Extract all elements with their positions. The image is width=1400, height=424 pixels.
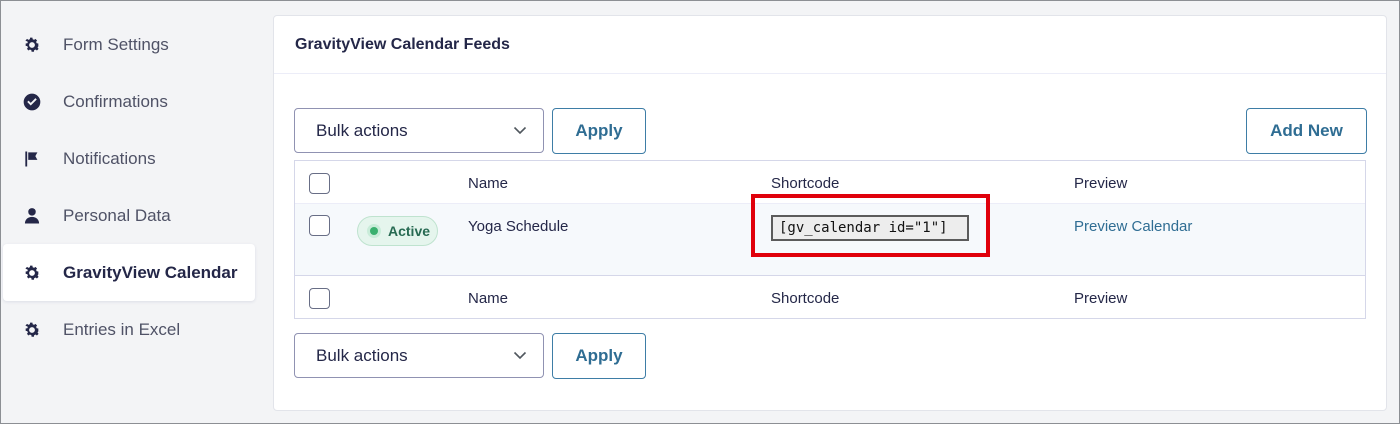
sidebar-item-label: GravityView Calendar [63,262,238,282]
bulk-actions-select-top[interactable]: Bulk actions [294,108,544,153]
select-all-checkbox[interactable] [309,173,330,194]
row-checkbox[interactable] [309,215,330,236]
column-header-shortcode: Shortcode [771,175,840,192]
column-footer-preview: Preview [1074,290,1128,307]
sidebar-item-form-settings[interactable]: Form Settings [3,16,255,73]
status-badge[interactable]: Active [357,216,438,246]
table-footer-row: Name Shortcode Preview [295,276,1365,319]
shortcode-highlight-box [751,194,990,257]
bulk-actions-select-bottom[interactable]: Bulk actions [294,333,544,378]
select-all-checkbox-footer[interactable] [309,288,330,309]
column-footer-shortcode: Shortcode [771,290,840,307]
bulk-actions-value: Bulk actions [316,345,408,365]
sidebar-item-notifications[interactable]: Notifications [3,130,255,187]
preview-calendar-link[interactable]: Preview Calendar [1074,218,1192,235]
status-label: Active [388,223,431,239]
chevron-down-icon [513,351,527,360]
apply-button-top[interactable]: Apply [552,108,646,154]
feed-name: Yoga Schedule [468,218,569,235]
sidebar-item-label: Notifications [63,148,156,168]
sidebar-item-label: Confirmations [63,91,168,111]
flag-icon [21,148,43,170]
sidebar-item-personal-data[interactable]: Personal Data [3,187,255,244]
column-header-name: Name [468,175,509,192]
sidebar-item-confirmations[interactable]: Confirmations [3,73,255,130]
column-header-preview: Preview [1074,175,1128,192]
app-frame: Form Settings Confirmations Notification… [0,0,1400,424]
gear-icon [21,34,43,56]
add-new-button[interactable]: Add New [1246,108,1367,154]
chevron-down-icon [513,126,527,135]
sidebar-item-label: Personal Data [63,205,171,225]
sidebar-item-entries-in-excel[interactable]: Entries in Excel [3,301,255,358]
gear-icon [21,262,43,284]
status-dot-icon [370,227,378,235]
sidebar-item-gravityview-calendar[interactable]: GravityView Calendar [3,244,255,301]
sidebar-item-label: Form Settings [63,34,169,54]
bulk-actions-value: Bulk actions [316,120,408,140]
check-circle-icon [21,91,43,113]
sidebar-item-label: Entries in Excel [63,319,181,339]
apply-button-bottom[interactable]: Apply [552,333,646,379]
panel-title: GravityView Calendar Feeds [274,16,1386,74]
settings-sidebar: Form Settings Confirmations Notification… [3,16,255,358]
column-footer-name: Name [468,290,509,307]
gear-icon [21,319,43,341]
user-icon [21,205,43,227]
